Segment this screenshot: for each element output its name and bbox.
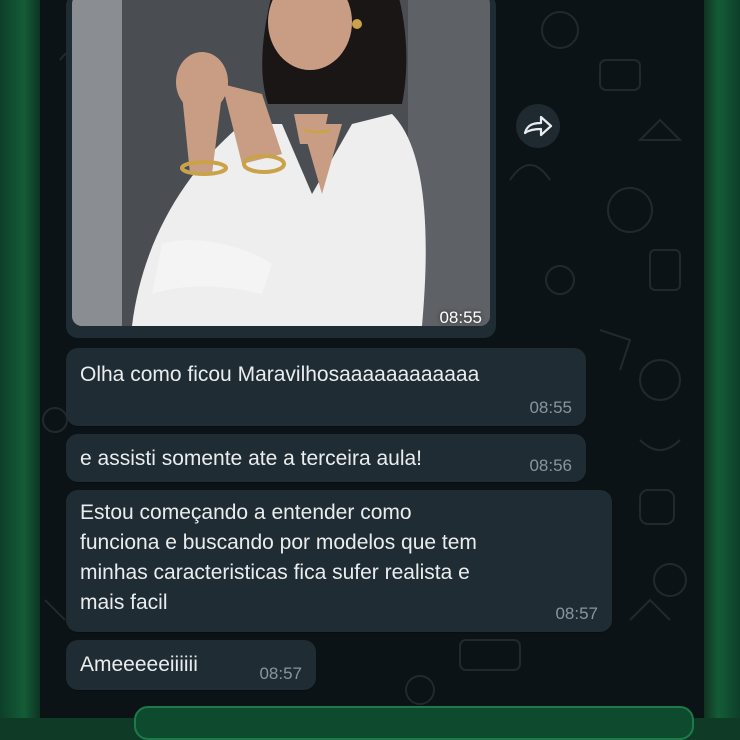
message-timestamp: 08:55 [529,398,572,417]
message-bubble[interactable]: Olha como ficou Maravilhosaaaaaaaaaaaa 0… [66,348,586,426]
photo-image[interactable] [72,0,490,326]
photo-message[interactable]: 08:55 [66,0,496,338]
forward-button[interactable] [516,104,560,148]
forward-icon [523,115,553,137]
message-bubble[interactable]: Ameeeeeiiiiii 08:57 [66,640,316,690]
outgoing-message-bubble-partial[interactable] [134,706,694,740]
window-edge-left [0,0,40,718]
message-timestamp: 08:57 [259,664,302,683]
photo-timestamp: 08:55 [439,308,482,327]
message-text: Estou começando a entender como funciona… [80,501,477,614]
message-bubble[interactable]: e assisti somente ate a terceira aula! 0… [66,434,586,482]
message-text: Ameeeeeiiiiii [80,653,198,676]
window-edge-right [704,0,740,718]
message-timestamp: 08:57 [555,604,598,623]
message-timestamp: 08:56 [529,456,572,475]
message-text: Olha como ficou Maravilhosaaaaaaaaaaaa [80,363,480,386]
message-bubble[interactable]: Estou começando a entender como funciona… [66,490,612,632]
message-text: e assisti somente ate a terceira aula! [80,447,423,470]
